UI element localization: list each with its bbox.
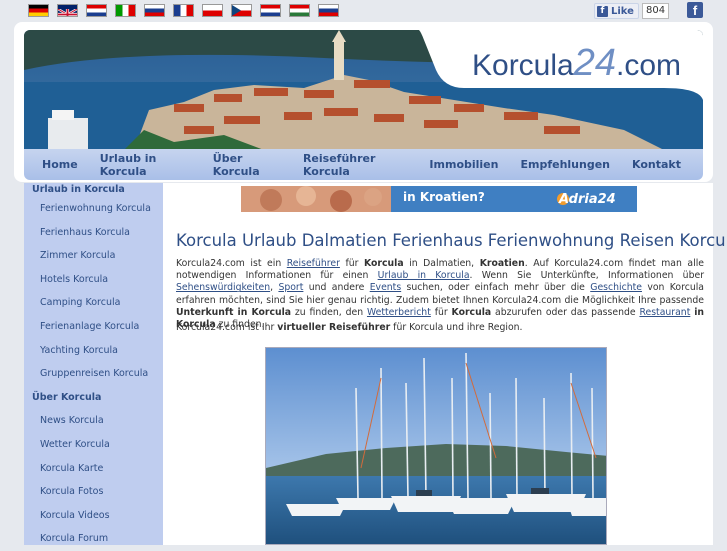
ad-brand: Adria24 xyxy=(559,192,616,207)
sidebar-item[interactable]: Camping Korcula xyxy=(24,291,163,315)
site-logo[interactable]: Korcula24.com xyxy=(472,42,681,85)
language-flags xyxy=(28,4,339,18)
logo-text: Korcula xyxy=(472,49,574,82)
bold-text: Kroatien xyxy=(479,258,525,269)
inline-link[interactable]: Reiseführer xyxy=(287,258,340,269)
inline-link[interactable]: Wetterbericht xyxy=(367,307,431,318)
text-segment: für xyxy=(430,306,452,318)
flag-gb-icon[interactable] xyxy=(57,4,78,17)
nav-item-5[interactable]: Empfehlungen xyxy=(520,158,610,171)
sidebar-item[interactable]: Wetter Korcula xyxy=(24,433,163,457)
flag-si-icon[interactable] xyxy=(144,4,165,17)
text-segment: zu finden, den xyxy=(291,306,367,318)
sidebar-section-heading[interactable]: Urlaub in Korcula xyxy=(24,183,163,197)
page-title: Korcula Urlaub Dalmatien Ferienhaus Feri… xyxy=(176,231,727,250)
sidebar-item[interactable]: Korcula Karte xyxy=(24,457,163,481)
like-count: 804 xyxy=(641,3,670,19)
para2-prefix: Korcula24.com ist Ihr xyxy=(176,322,278,333)
second-paragraph: Korcula24.com ist Ihr virtueller Reisefü… xyxy=(176,322,523,333)
text-segment: und andere xyxy=(303,282,370,294)
main-navigation: Home Urlaub in Korcula Über Korcula Reisefü… xyxy=(24,149,703,180)
facebook-like-button[interactable]: f Like xyxy=(594,3,639,19)
sidebar-section-heading[interactable]: Über Korcula xyxy=(24,386,163,410)
nav-item-3[interactable]: Reiseführer Korcula xyxy=(303,152,407,178)
inline-link[interactable]: Urlaub in Korcula xyxy=(378,270,470,281)
flag-hu-icon[interactable] xyxy=(289,4,310,17)
flag-fr-icon[interactable] xyxy=(173,4,194,17)
nav-item-4[interactable]: Immobilien xyxy=(429,158,498,171)
header: Korcula24.com Home Urlaub in Korcula Über … xyxy=(14,22,713,182)
harbor-photo xyxy=(265,347,607,545)
nav-item-0[interactable]: Home xyxy=(42,158,78,171)
text-segment: suchen, oder einfach mehr über die xyxy=(401,282,591,294)
inline-link[interactable]: Restaurant xyxy=(639,307,690,318)
logo-domain: .com xyxy=(616,49,682,82)
like-label: Like xyxy=(611,5,634,17)
text-segment: für xyxy=(339,258,364,269)
text-segment: in Dalmatien, xyxy=(403,258,480,269)
banner-image: Korcula24.com xyxy=(24,30,703,150)
bold-text: Korcula xyxy=(451,306,492,318)
sidebar-item[interactable]: Yachting Korcula xyxy=(24,339,163,363)
facebook-icon[interactable]: f xyxy=(687,2,703,18)
flag-hr-icon[interactable] xyxy=(86,4,107,17)
sidebar-item[interactable]: Gruppenreisen Korcula xyxy=(24,362,163,386)
bold-text: Unterkunft in Korcula xyxy=(176,306,292,318)
inline-link[interactable]: Events xyxy=(370,282,401,293)
sidebar-item[interactable]: News Korcula xyxy=(24,409,163,433)
inline-link[interactable]: Sehenswürdigkeiten xyxy=(176,282,270,293)
flag-cz-icon[interactable] xyxy=(231,4,252,17)
text-segment: abzurufen oder das passende xyxy=(491,306,640,318)
sidebar-item[interactable]: Zimmer Korcula xyxy=(24,244,163,268)
sidebar-item[interactable]: Korcula Forum xyxy=(24,527,163,551)
sidebar-item[interactable]: Korcula Videos xyxy=(24,504,163,528)
para2-bold: virtueller Reiseführer xyxy=(277,322,391,333)
ad-text: in Kroatien? xyxy=(403,190,485,204)
sidebar-item[interactable]: Hotels Korcula xyxy=(24,268,163,292)
flag-pl-icon[interactable] xyxy=(202,4,223,17)
adria24-ad-banner[interactable]: in Kroatien? Adria24 xyxy=(241,186,637,212)
flag-de-icon[interactable] xyxy=(28,4,49,17)
para2-suffix: für Korcula und ihre Region. xyxy=(390,322,523,333)
main-content: in Kroatien? Adria24 Korcula Urlaub Dalm… xyxy=(163,183,727,545)
logo-number: 24 xyxy=(573,42,616,84)
sidebar-item[interactable]: Ferienhaus Korcula xyxy=(24,221,163,245)
facebook-logo-icon: f xyxy=(597,5,608,17)
flag-hr2-icon[interactable] xyxy=(260,4,281,17)
inline-link[interactable]: Geschichte xyxy=(590,282,642,293)
bold-text: Korcula xyxy=(363,258,404,269)
flag-it-icon[interactable] xyxy=(115,4,136,17)
text-segment: . Wenn Sie Unterkünfte, Informationen üb… xyxy=(469,270,705,282)
sidebar-item[interactable]: Ferienwohnung Korcula xyxy=(24,197,163,221)
nav-item-6[interactable]: Kontakt xyxy=(632,158,681,171)
inline-link[interactable]: Sport xyxy=(278,282,303,293)
sidebar-item[interactable]: Korcula Fotos xyxy=(24,480,163,504)
nav-item-1[interactable]: Urlaub in Korcula xyxy=(100,152,191,178)
intro-paragraph: Korcula24.com ist ein Reiseführer für Ko… xyxy=(176,258,704,331)
facebook-like-widget: f Like 804 xyxy=(594,3,670,19)
text-segment: Korcula24.com ist ein xyxy=(176,258,287,269)
sidebar: Urlaub in Korcula Ferienwohnung Korcula Fe… xyxy=(24,183,163,545)
sidebar-item[interactable]: Ferienanlage Korcula xyxy=(24,315,163,339)
flag-ru-icon[interactable] xyxy=(318,4,339,17)
nav-item-2[interactable]: Über Korcula xyxy=(213,152,281,178)
